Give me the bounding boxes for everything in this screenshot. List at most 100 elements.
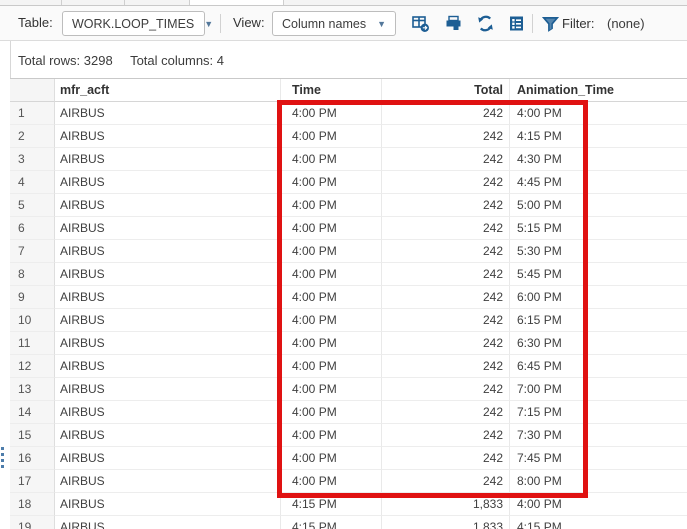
table-row[interactable]: 7 AIRBUS 4:00 PM 242 5:30 PM (10, 240, 687, 263)
table-row[interactable]: 3 AIRBUS 4:00 PM 242 4:30 PM (10, 148, 687, 171)
animation-time-cell[interactable]: 5:30 PM (510, 240, 687, 263)
animation-time-cell[interactable]: 6:30 PM (510, 332, 687, 355)
mfr-acft-cell[interactable]: AIRBUS (55, 401, 281, 424)
tab-results[interactable]: RESULTS (125, 0, 190, 5)
table-row[interactable]: 11 AIRBUS 4:00 PM 242 6:30 PM (10, 332, 687, 355)
time-cell[interactable]: 4:00 PM (281, 217, 382, 240)
filter-funnel-icon[interactable] (541, 14, 560, 33)
time-cell[interactable]: 4:00 PM (281, 194, 382, 217)
mfr-acft-cell[interactable]: AIRBUS (55, 424, 281, 447)
table-row[interactable]: 15 AIRBUS 4:00 PM 242 7:30 PM (10, 424, 687, 447)
total-cell[interactable]: 242 (382, 217, 510, 240)
animation-time-cell[interactable]: 8:00 PM (510, 470, 687, 493)
total-cell[interactable]: 242 (382, 286, 510, 309)
total-cell[interactable]: 242 (382, 102, 510, 125)
row-number-cell[interactable]: 9 (10, 286, 55, 309)
table-row[interactable]: 14 AIRBUS 4:00 PM 242 7:15 PM (10, 401, 687, 424)
total-cell[interactable]: 1,833 (382, 493, 510, 516)
row-number-header[interactable] (10, 79, 55, 102)
mfr-acft-cell[interactable]: AIRBUS (55, 102, 281, 125)
time-cell[interactable]: 4:15 PM (281, 493, 382, 516)
mfr-acft-cell[interactable]: AIRBUS (55, 194, 281, 217)
export-table-icon[interactable] (411, 14, 430, 33)
total-cell[interactable]: 242 (382, 447, 510, 470)
table-row[interactable]: 10 AIRBUS 4:00 PM 242 6:15 PM (10, 309, 687, 332)
time-cell[interactable]: 4:00 PM (281, 378, 382, 401)
animation-time-cell[interactable]: 4:30 PM (510, 148, 687, 171)
mfr-acft-cell[interactable]: AIRBUS (55, 125, 281, 148)
animation-time-cell[interactable]: 7:45 PM (510, 447, 687, 470)
mfr-acft-cell[interactable]: AIRBUS (55, 171, 281, 194)
total-cell[interactable]: 242 (382, 424, 510, 447)
row-number-cell[interactable]: 4 (10, 171, 55, 194)
time-cell[interactable]: 4:00 PM (281, 332, 382, 355)
animation-time-cell[interactable]: 6:15 PM (510, 309, 687, 332)
total-cell[interactable]: 242 (382, 148, 510, 171)
time-cell[interactable]: 4:00 PM (281, 102, 382, 125)
animation-time-cell[interactable]: 7:15 PM (510, 401, 687, 424)
mfr-acft-cell[interactable]: AIRBUS (55, 309, 281, 332)
animation-time-cell[interactable]: 7:00 PM (510, 378, 687, 401)
row-number-cell[interactable]: 17 (10, 470, 55, 493)
total-cell[interactable]: 242 (382, 470, 510, 493)
animation-time-cell[interactable]: 6:00 PM (510, 286, 687, 309)
table-row[interactable]: 6 AIRBUS 4:00 PM 242 5:15 PM (10, 217, 687, 240)
time-cell[interactable]: 4:00 PM (281, 401, 382, 424)
time-cell[interactable]: 4:00 PM (281, 286, 382, 309)
row-number-cell[interactable]: 11 (10, 332, 55, 355)
column-header-mfr-acft[interactable]: mfr_acft (55, 79, 281, 102)
row-number-cell[interactable]: 16 (10, 447, 55, 470)
table-row[interactable]: 12 AIRBUS 4:00 PM 242 6:45 PM (10, 355, 687, 378)
mfr-acft-cell[interactable]: AIRBUS (55, 378, 281, 401)
row-number-cell[interactable]: 12 (10, 355, 55, 378)
table-row[interactable]: 18 AIRBUS 4:15 PM 1,833 4:00 PM (10, 493, 687, 516)
tab-output-data[interactable]: OUTPUT DATA (190, 0, 284, 5)
animation-time-cell[interactable]: 4:15 PM (510, 516, 687, 529)
table-row[interactable]: 17 AIRBUS 4:00 PM 242 8:00 PM (10, 470, 687, 493)
mfr-acft-cell[interactable]: AIRBUS (55, 493, 281, 516)
animation-time-cell[interactable]: 4:00 PM (510, 493, 687, 516)
row-number-cell[interactable]: 14 (10, 401, 55, 424)
row-number-cell[interactable]: 10 (10, 309, 55, 332)
column-header-time[interactable]: Time (281, 79, 382, 102)
animation-time-cell[interactable]: 6:45 PM (510, 355, 687, 378)
time-cell[interactable]: 4:00 PM (281, 355, 382, 378)
total-cell[interactable]: 242 (382, 194, 510, 217)
total-cell[interactable]: 242 (382, 263, 510, 286)
row-number-cell[interactable]: 5 (10, 194, 55, 217)
animation-time-cell[interactable]: 7:30 PM (510, 424, 687, 447)
animation-time-cell[interactable]: 5:00 PM (510, 194, 687, 217)
refresh-icon[interactable] (476, 14, 495, 33)
mfr-acft-cell[interactable]: AIRBUS (55, 240, 281, 263)
animation-time-cell[interactable]: 4:15 PM (510, 125, 687, 148)
view-select[interactable]: Column names ▼ (272, 11, 396, 36)
total-cell[interactable]: 242 (382, 171, 510, 194)
mfr-acft-cell[interactable]: AIRBUS (55, 516, 281, 529)
row-number-cell[interactable]: 13 (10, 378, 55, 401)
print-icon[interactable] (444, 14, 463, 33)
mfr-acft-cell[interactable]: AIRBUS (55, 447, 281, 470)
splitter-handle[interactable] (1, 447, 5, 469)
mfr-acft-cell[interactable]: AIRBUS (55, 217, 281, 240)
row-number-cell[interactable]: 19 (10, 516, 55, 529)
table-row[interactable]: 5 AIRBUS 4:00 PM 242 5:00 PM (10, 194, 687, 217)
total-cell[interactable]: 242 (382, 378, 510, 401)
table-row[interactable]: 19 AIRBUS 4:15 PM 1,833 4:15 PM (10, 516, 687, 529)
total-cell[interactable]: 1,833 (382, 516, 510, 529)
table-row[interactable]: 16 AIRBUS 4:00 PM 242 7:45 PM (10, 447, 687, 470)
mfr-acft-cell[interactable]: AIRBUS (55, 355, 281, 378)
table-row[interactable]: 4 AIRBUS 4:00 PM 242 4:45 PM (10, 171, 687, 194)
total-cell[interactable]: 242 (382, 125, 510, 148)
time-cell[interactable]: 4:00 PM (281, 240, 382, 263)
row-number-cell[interactable]: 3 (10, 148, 55, 171)
time-cell[interactable]: 4:00 PM (281, 263, 382, 286)
time-cell[interactable]: 4:00 PM (281, 424, 382, 447)
mfr-acft-cell[interactable]: AIRBUS (55, 286, 281, 309)
row-number-cell[interactable]: 15 (10, 424, 55, 447)
row-number-cell[interactable]: 1 (10, 102, 55, 125)
table-row[interactable]: 1 AIRBUS 4:00 PM 242 4:00 PM (10, 102, 687, 125)
total-cell[interactable]: 242 (382, 401, 510, 424)
animation-time-cell[interactable]: 5:15 PM (510, 217, 687, 240)
mfr-acft-cell[interactable]: AIRBUS (55, 263, 281, 286)
animation-time-cell[interactable]: 4:45 PM (510, 171, 687, 194)
